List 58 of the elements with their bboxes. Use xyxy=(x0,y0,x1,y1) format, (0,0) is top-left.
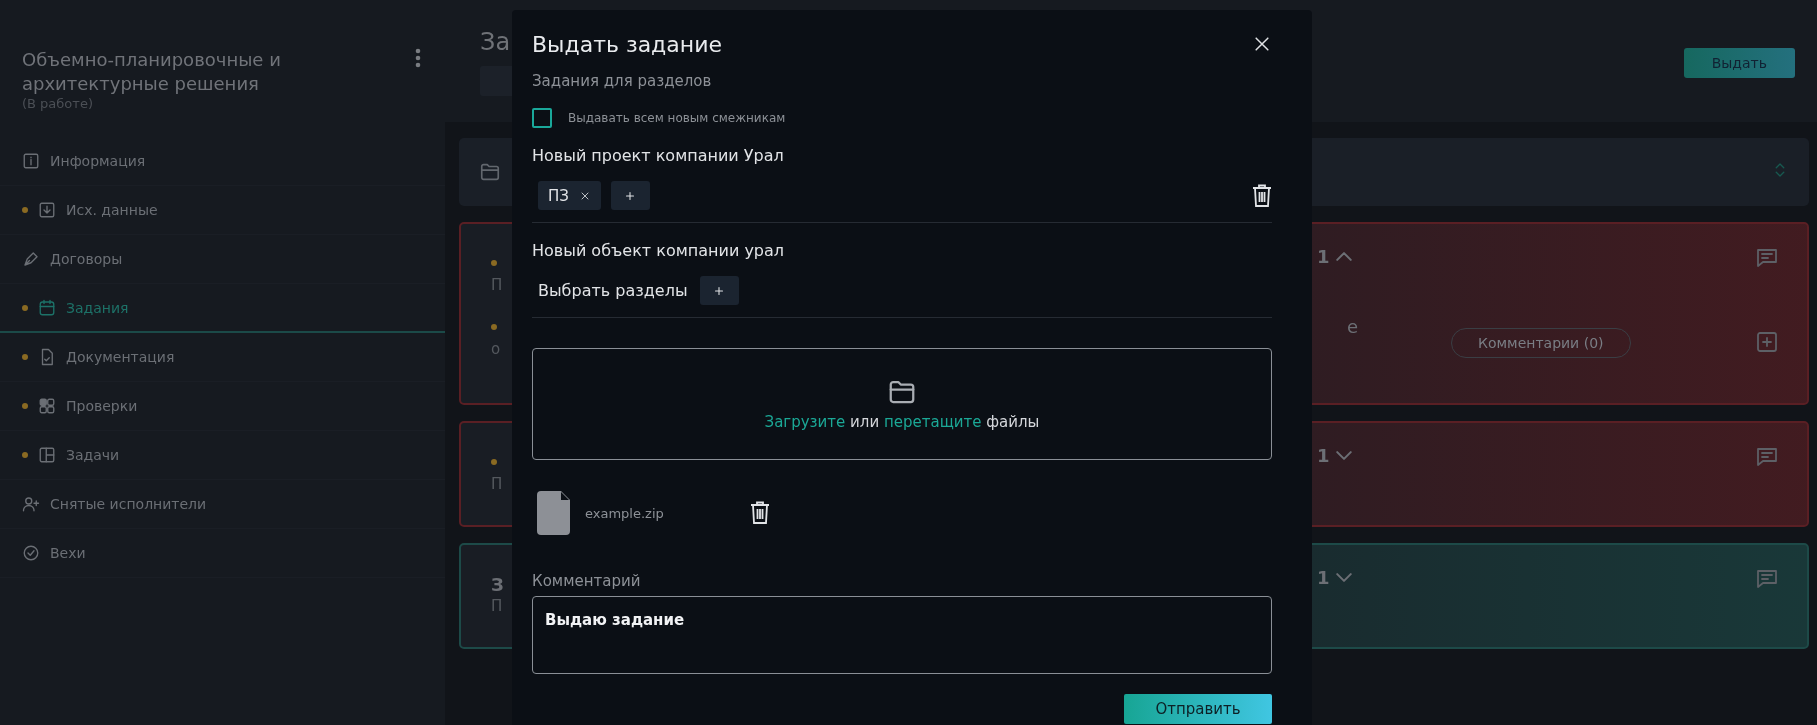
file-dropzone[interactable]: Загрузите или перетащите файлы xyxy=(532,348,1272,460)
chat-icon xyxy=(1755,567,1779,591)
file-icon xyxy=(537,491,570,535)
file-name: example.zip xyxy=(585,505,665,521)
pen-icon xyxy=(22,250,40,268)
task-title: П xyxy=(491,276,503,294)
task-count: 1 xyxy=(1317,567,1330,588)
sidebar-item[interactable]: Вехи xyxy=(0,529,445,578)
sidebar-item[interactable]: Договоры xyxy=(0,235,445,284)
more-icon[interactable] xyxy=(415,48,421,68)
sidebar-item[interactable]: Задачи xyxy=(0,431,445,480)
chat-icon xyxy=(1755,246,1779,270)
check-circle-icon xyxy=(22,544,40,562)
tag-label: ПЗ xyxy=(548,186,569,205)
sidebar-item[interactable]: Исх. данные xyxy=(0,186,445,235)
task-text: е xyxy=(1347,316,1359,337)
sidebar-item[interactable]: Проверки xyxy=(0,382,445,431)
info-icon xyxy=(22,152,40,170)
project-title: Объемно-планировочные и архитектурные решения xyxy=(22,48,282,96)
section-label: Задания для разделов xyxy=(532,72,713,90)
comment-label: Комментарий xyxy=(532,572,642,590)
grid-icon xyxy=(38,397,56,415)
plus-square-icon xyxy=(1755,330,1779,354)
dialog-title: Выдать задание xyxy=(532,31,723,57)
delete-file-icon[interactable] xyxy=(750,501,770,525)
upload-link[interactable]: перетащите xyxy=(883,413,982,431)
trash-icon[interactable] xyxy=(1252,183,1272,208)
sidebar-item[interactable]: Документация xyxy=(0,333,445,382)
upload-link[interactable]: Загрузите xyxy=(764,413,846,431)
task-heading: З xyxy=(491,573,504,595)
chevron-down-icon xyxy=(1335,573,1352,582)
issue-button[interactable]: Выдать xyxy=(1683,48,1795,78)
picker-label: Выбрать разделы xyxy=(538,281,688,300)
calendar-icon xyxy=(38,298,56,317)
user-plus-icon xyxy=(22,495,40,513)
chevron-down-icon xyxy=(1335,451,1352,460)
sidebar-item[interactable]: Снятые исполнители xyxy=(0,480,445,529)
group-title: Новый проект компании Урал xyxy=(532,146,785,165)
task-title: П xyxy=(491,597,503,615)
sidebar-item[interactable]: Задания xyxy=(0,284,445,333)
folder-icon xyxy=(479,161,501,183)
send-button[interactable]: Отправить xyxy=(1124,694,1272,724)
add-section-button[interactable] xyxy=(610,181,650,210)
sidebar-item[interactable]: Информация xyxy=(0,137,445,186)
chat-icon xyxy=(1755,445,1779,469)
chevron-up-icon xyxy=(1335,252,1352,261)
task-count: 1 xyxy=(1317,246,1330,267)
comment-field[interactable]: Выдаю задание xyxy=(532,596,1272,674)
task-title: П xyxy=(491,475,503,493)
group-title: Новый объект компании урал xyxy=(532,241,786,260)
task-count: 1 xyxy=(1317,445,1330,466)
task-title: о xyxy=(491,340,501,358)
checkbox[interactable] xyxy=(532,108,552,128)
download-box-icon xyxy=(38,201,56,219)
add-section-button[interactable] xyxy=(699,276,739,305)
dropzone-text: Загрузите или перетащите файлы xyxy=(764,413,1040,431)
board-icon xyxy=(38,446,56,464)
checkbox-label: Выдавать всем новым смежникам xyxy=(568,111,786,125)
